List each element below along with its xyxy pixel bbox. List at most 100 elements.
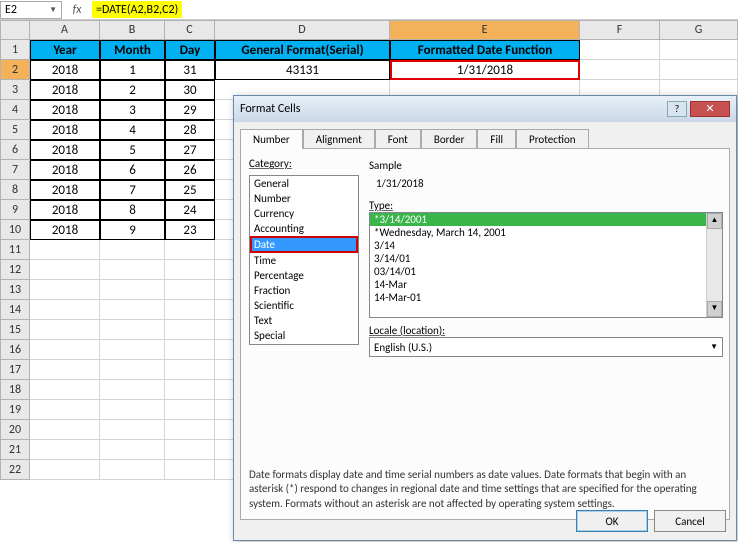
cell-b18[interactable] (100, 380, 165, 400)
close-icon[interactable]: ✕ (690, 101, 730, 117)
cell-b17[interactable] (100, 360, 165, 380)
type-option[interactable]: *Wednesday, March 14, 2001 (370, 226, 722, 239)
scroll-up-icon[interactable]: ▲ (707, 213, 722, 229)
col-header-e[interactable]: E (390, 20, 580, 40)
cell-c19[interactable] (165, 400, 215, 420)
cell-a3[interactable]: 2018 (30, 80, 100, 100)
category-special[interactable]: Special (250, 328, 358, 343)
cell-c7[interactable]: 26 (165, 160, 215, 180)
tab-protection[interactable]: Protection (516, 129, 589, 149)
category-fraction[interactable]: Fraction (250, 283, 358, 298)
locale-select[interactable]: English (U.S.) ▼ (369, 337, 723, 357)
cell-c18[interactable] (165, 380, 215, 400)
tab-fill[interactable]: Fill (477, 129, 516, 149)
cell-c9[interactable]: 24 (165, 200, 215, 220)
row-header-20[interactable]: 20 (0, 420, 30, 440)
cell-f2[interactable] (580, 60, 660, 80)
cell-a5[interactable]: 2018 (30, 120, 100, 140)
row-header-15[interactable]: 15 (0, 320, 30, 340)
cell-c17[interactable] (165, 360, 215, 380)
cell-c12[interactable] (165, 260, 215, 280)
type-option[interactable]: 14-Mar-01 (370, 291, 722, 304)
cell-a12[interactable] (30, 260, 100, 280)
cell-e1[interactable]: Formatted Date Function (390, 40, 580, 60)
row-header-16[interactable]: 16 (0, 340, 30, 360)
row-header-6[interactable]: 6 (0, 140, 30, 160)
row-header-4[interactable]: 4 (0, 100, 30, 120)
category-accounting[interactable]: Accounting (250, 221, 358, 236)
cell-b21[interactable] (100, 440, 165, 460)
row-header-21[interactable]: 21 (0, 440, 30, 460)
cell-b22[interactable] (100, 460, 165, 480)
cell-a14[interactable] (30, 300, 100, 320)
cell-b19[interactable] (100, 400, 165, 420)
cell-a11[interactable] (30, 240, 100, 260)
cell-c21[interactable] (165, 440, 215, 460)
tab-border[interactable]: Border (421, 129, 478, 149)
row-header-8[interactable]: 8 (0, 180, 30, 200)
tab-alignment[interactable]: Alignment (303, 129, 375, 149)
cell-a19[interactable] (30, 400, 100, 420)
col-header-a[interactable]: A (30, 20, 100, 40)
cell-c8[interactable]: 25 (165, 180, 215, 200)
row-header-14[interactable]: 14 (0, 300, 30, 320)
col-header-d[interactable]: D (215, 20, 390, 40)
col-header-c[interactable]: C (165, 20, 215, 40)
cell-a2[interactable]: 2018 (30, 60, 100, 80)
ok-button[interactable]: OK (576, 510, 648, 532)
cell-a15[interactable] (30, 320, 100, 340)
cell-b1[interactable]: Month (100, 40, 165, 60)
cell-c3[interactable]: 30 (165, 80, 215, 100)
scrollbar[interactable]: ▲ ▼ (706, 213, 722, 317)
cell-a13[interactable] (30, 280, 100, 300)
category-text[interactable]: Text (250, 313, 358, 328)
cell-b7[interactable]: 6 (100, 160, 165, 180)
row-header-12[interactable]: 12 (0, 260, 30, 280)
fx-icon[interactable]: fx (62, 3, 92, 17)
category-list[interactable]: GeneralNumberCurrencyAccountingDateTimeP… (249, 175, 359, 345)
cell-f1[interactable] (580, 40, 660, 60)
cell-c14[interactable] (165, 300, 215, 320)
type-list[interactable]: *3/14/2001*Wednesday, March 14, 20013/14… (369, 212, 723, 318)
cell-b10[interactable]: 9 (100, 220, 165, 240)
cell-a20[interactable] (30, 420, 100, 440)
cell-b16[interactable] (100, 340, 165, 360)
cell-b11[interactable] (100, 240, 165, 260)
type-option[interactable]: 03/14/01 (370, 265, 722, 278)
cell-a18[interactable] (30, 380, 100, 400)
cell-a21[interactable] (30, 440, 100, 460)
cell-c13[interactable] (165, 280, 215, 300)
row-header-13[interactable]: 13 (0, 280, 30, 300)
type-option[interactable]: 3/14/01 (370, 252, 722, 265)
scroll-down-icon[interactable]: ▼ (707, 301, 722, 317)
row-header-18[interactable]: 18 (0, 380, 30, 400)
row-header-2[interactable]: 2 (0, 60, 30, 80)
cell-b13[interactable] (100, 280, 165, 300)
cell-c5[interactable]: 28 (165, 120, 215, 140)
cell-c15[interactable] (165, 320, 215, 340)
category-time[interactable]: Time (250, 253, 358, 268)
category-general[interactable]: General (250, 176, 358, 191)
cell-c22[interactable] (165, 460, 215, 480)
cell-b8[interactable]: 7 (100, 180, 165, 200)
cell-a4[interactable]: 2018 (30, 100, 100, 120)
formula-bar[interactable]: =DATE(A2,B2,C2) (92, 1, 182, 18)
row-header-5[interactable]: 5 (0, 120, 30, 140)
cell-c4[interactable]: 29 (165, 100, 215, 120)
tab-number[interactable]: Number (240, 129, 303, 149)
cancel-button[interactable]: Cancel (654, 510, 726, 532)
row-header-9[interactable]: 9 (0, 200, 30, 220)
cell-a9[interactable]: 2018 (30, 200, 100, 220)
cell-c10[interactable]: 23 (165, 220, 215, 240)
name-box[interactable]: E2 ▼ (0, 1, 62, 19)
cell-a17[interactable] (30, 360, 100, 380)
cell-b12[interactable] (100, 260, 165, 280)
cell-a6[interactable]: 2018 (30, 140, 100, 160)
col-header-g[interactable]: G (660, 20, 738, 40)
category-scientific[interactable]: Scientific (250, 298, 358, 313)
cell-a1[interactable]: Year (30, 40, 100, 60)
cell-c16[interactable] (165, 340, 215, 360)
dialog-titlebar[interactable]: Format Cells ? ✕ (234, 96, 736, 122)
category-percentage[interactable]: Percentage (250, 268, 358, 283)
cell-d2[interactable]: 43131 (215, 60, 390, 80)
